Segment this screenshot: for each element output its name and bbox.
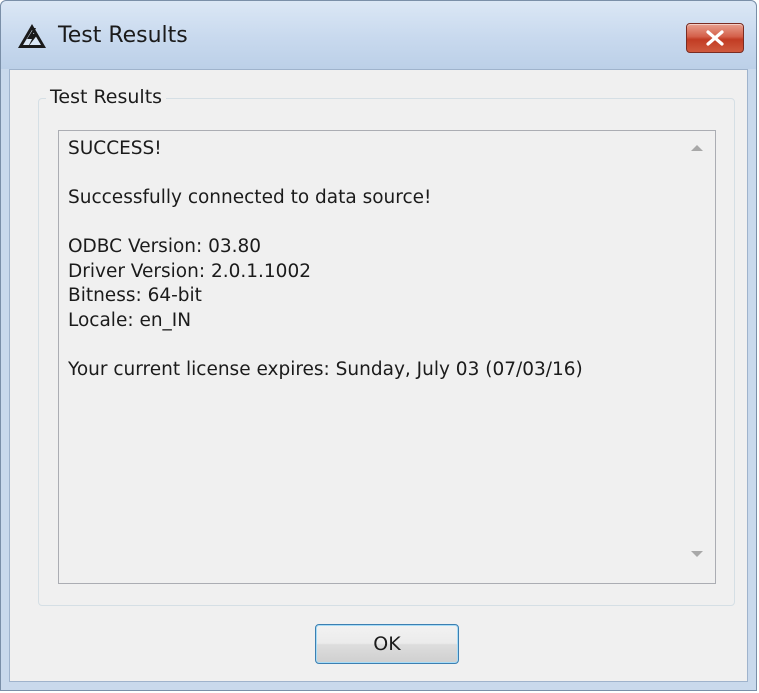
test-results-dialog: Test Results Test Results SUCCESS! Succe…	[0, 0, 757, 691]
groupbox-label: Test Results	[46, 85, 167, 109]
result-line	[68, 333, 675, 358]
ok-button[interactable]: OK	[315, 624, 459, 664]
result-line: Driver Version: 2.0.1.1002	[68, 260, 311, 282]
result-line	[68, 211, 675, 236]
window-title: Test Results	[58, 23, 188, 48]
result-line	[68, 162, 675, 187]
title-bar[interactable]: Test Results	[1, 1, 756, 69]
close-icon	[706, 30, 724, 46]
result-line: Bitness: 64-bit	[68, 285, 202, 306]
results-textbox[interactable]: SUCCESS! Successfully connected to data …	[58, 130, 716, 584]
result-line: ODBC Version: 03.80	[68, 236, 262, 257]
scroll-down-arrow-icon[interactable]	[691, 551, 703, 557]
warning-triangle-icon	[17, 23, 47, 49]
results-text: SUCCESS! Successfully connected to data …	[68, 137, 675, 382]
result-line: Successfully connected to data source!	[68, 187, 432, 208]
close-button[interactable]	[686, 23, 744, 53]
result-line: SUCCESS!	[68, 138, 162, 159]
result-line: Your current license expires: Sunday, Ju…	[68, 358, 583, 380]
scroll-up-arrow-icon[interactable]	[691, 145, 703, 151]
vertical-scrollbar[interactable]	[681, 131, 715, 583]
result-line: Locale: en_IN	[68, 309, 192, 331]
dialog-body: Test Results SUCCESS! Successfully conne…	[9, 69, 748, 682]
